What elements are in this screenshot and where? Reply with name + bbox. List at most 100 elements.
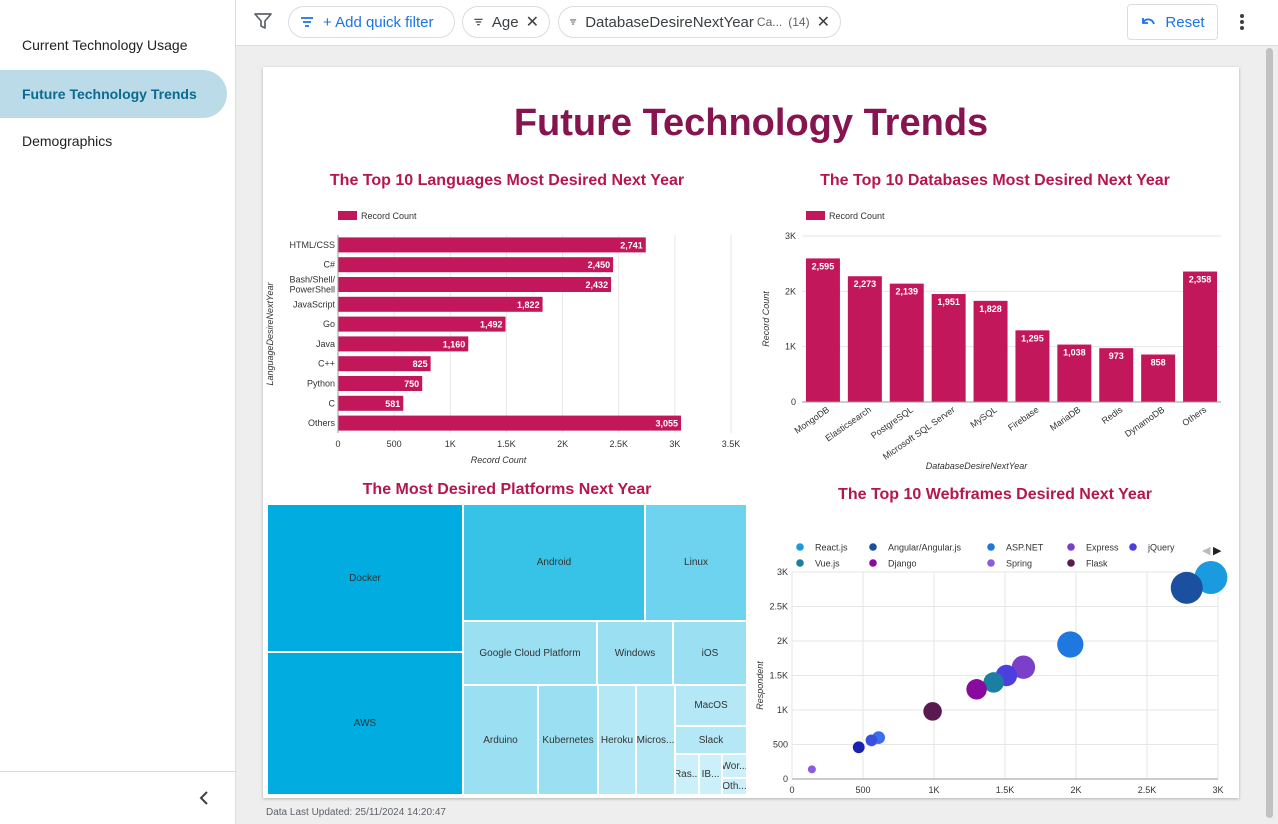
- data-label: 581: [385, 399, 400, 409]
- data-label: 1,828: [979, 304, 1002, 314]
- chip-label: DatabaseDesireNextYear: [585, 13, 754, 31]
- x-tick-label: 3K: [1212, 785, 1223, 795]
- y-tick-label: 3K: [785, 231, 796, 241]
- category-label: JavaScript: [293, 299, 336, 309]
- category-label: Go: [323, 319, 335, 329]
- treemap-tile[interactable]: Oth...: [722, 778, 747, 795]
- filter-chip-database-desire[interactable]: DatabaseDesireNextYear Ca... (14) ✕: [558, 6, 841, 38]
- webframes-bubble-chart: 0 500 1K 1.5K 2K 2.5K 3K 0 500 1K 1.5K 2K 2.5K 3K Reac…: [755, 543, 1228, 795]
- treemap-tile[interactable]: IB...: [699, 754, 722, 795]
- treemap-tile[interactable]: AWS: [267, 652, 463, 795]
- x-axis-title: DatabaseDesireNextYear: [926, 461, 1029, 471]
- treemap-tile[interactable]: Arduino: [463, 685, 538, 795]
- legend-swatch: [338, 211, 357, 220]
- undo-icon: [1142, 18, 1156, 25]
- bubble: [1057, 631, 1084, 658]
- legend-label: Spring: [1006, 559, 1032, 569]
- treemap-tile[interactable]: iOS: [673, 621, 747, 685]
- x-tick-label: 3K: [669, 439, 680, 449]
- nav-item-current-technology-usage[interactable]: Current Technology Usage: [0, 21, 227, 69]
- legend-label: Record Count: [361, 211, 417, 221]
- bar: [338, 296, 543, 312]
- treemap-tile[interactable]: Ras...: [675, 754, 699, 795]
- y-tick-label: 3K: [777, 567, 788, 577]
- data-label: 1,160: [443, 339, 466, 349]
- legend-swatch: [796, 559, 804, 567]
- chip-count: (14): [788, 15, 810, 29]
- x-tick-label: 1.5K: [497, 439, 516, 449]
- chevron-left-icon[interactable]: [192, 786, 216, 810]
- category-label: Redis: [1100, 404, 1125, 426]
- category-label: Bash/Shell/: [289, 275, 335, 285]
- treemap-tile[interactable]: Micros...: [636, 685, 675, 795]
- y-tick-label: 1.5K: [769, 671, 788, 681]
- page-title: Future Technology Trends: [513, 102, 989, 144]
- category-label: Java: [316, 339, 335, 349]
- filter-lines-icon: [474, 18, 483, 26]
- nav-item-label: Future Technology Trends: [22, 86, 197, 102]
- x-tick-label: 0: [335, 439, 340, 449]
- bubble: [923, 702, 942, 721]
- legend-label: Flask: [1086, 559, 1108, 569]
- webframes-chart-title: The Top 10 Webframes Desired Next Year: [838, 486, 1152, 503]
- data-label: 2,595: [812, 261, 835, 271]
- y-tick-label: 1K: [777, 705, 788, 715]
- nav-item-demographics[interactable]: Demographics: [0, 117, 227, 165]
- nav-item-future-technology-trends[interactable]: Future Technology Trends: [0, 70, 227, 118]
- close-icon[interactable]: ✕: [526, 12, 539, 32]
- data-label: 2,273: [854, 279, 877, 289]
- treemap-tile[interactable]: Linux: [645, 504, 747, 621]
- x-tick-label: 2.5K: [609, 439, 628, 449]
- bubble: [1170, 571, 1203, 604]
- scrollbar-thumb[interactable]: [1266, 48, 1273, 818]
- treemap-tile[interactable]: Wor...: [722, 754, 747, 778]
- legend-label: Vue.js: [815, 559, 840, 569]
- data-label: 1,822: [517, 300, 540, 310]
- bar: [338, 277, 612, 292]
- close-icon[interactable]: ✕: [817, 12, 830, 32]
- data-label: 3,055: [656, 419, 679, 429]
- nav-item-label: Current Technology Usage: [22, 37, 188, 53]
- bar: [338, 415, 682, 431]
- bar: [805, 258, 840, 402]
- legend-label: Record Count: [829, 211, 885, 221]
- legend-swatch: [1129, 543, 1137, 551]
- databases-bar-chart: Record Count 0 1K 2K 3K 2,595 MongoDB 2,273 Elas…: [761, 211, 1221, 471]
- category-label: PowerShell: [289, 285, 335, 295]
- category-label: HTML/CSS: [289, 240, 335, 250]
- data-label: 858: [1151, 358, 1166, 368]
- bar: [973, 300, 1008, 402]
- treemap-tile[interactable]: Windows: [597, 621, 673, 685]
- nav-item-label: Demographics: [22, 133, 113, 149]
- chip-label: Age: [491, 13, 519, 31]
- bar: [338, 237, 646, 253]
- treemap-tile[interactable]: Google Cloud Platform: [463, 621, 597, 685]
- data-label: 2,139: [895, 287, 918, 297]
- category-label: Python: [307, 379, 335, 389]
- last-updated: Data Last Updated: 25/11/2024 14:20:47: [266, 807, 446, 818]
- legend-next-icon: ▶: [1213, 545, 1222, 557]
- sidebar: Current Technology Usage Future Technolo…: [0, 0, 236, 824]
- treemap-tile[interactable]: Docker: [267, 504, 463, 652]
- filter-chip-age[interactable]: Age ✕: [462, 6, 550, 38]
- add-quick-filter-button[interactable]: + Add quick filter: [288, 6, 455, 38]
- category-label: C#: [323, 260, 335, 270]
- data-label: 2,450: [588, 260, 611, 270]
- treemap-tile[interactable]: Android: [463, 504, 645, 621]
- treemap-tile[interactable]: Slack: [675, 726, 747, 754]
- sidebar-footer: [0, 771, 236, 824]
- data-label: 1,295: [1021, 333, 1044, 343]
- x-tick-label: 500: [855, 785, 870, 795]
- bar: [889, 283, 924, 402]
- category-label: Others: [308, 418, 336, 428]
- x-tick-label: 1.5K: [996, 785, 1015, 795]
- filter-icon[interactable]: [254, 12, 272, 35]
- more-vert-icon[interactable]: [1230, 8, 1254, 36]
- data-label: 2,741: [620, 240, 643, 250]
- treemap-tile[interactable]: MacOS: [675, 685, 747, 726]
- reset-button[interactable]: Reset: [1127, 4, 1218, 40]
- category-label: Others: [1180, 404, 1208, 428]
- treemap-tile[interactable]: Heroku: [598, 685, 636, 795]
- category-label: Microsoft SQL Server: [881, 404, 957, 461]
- treemap-tile[interactable]: Kubernetes: [538, 685, 598, 795]
